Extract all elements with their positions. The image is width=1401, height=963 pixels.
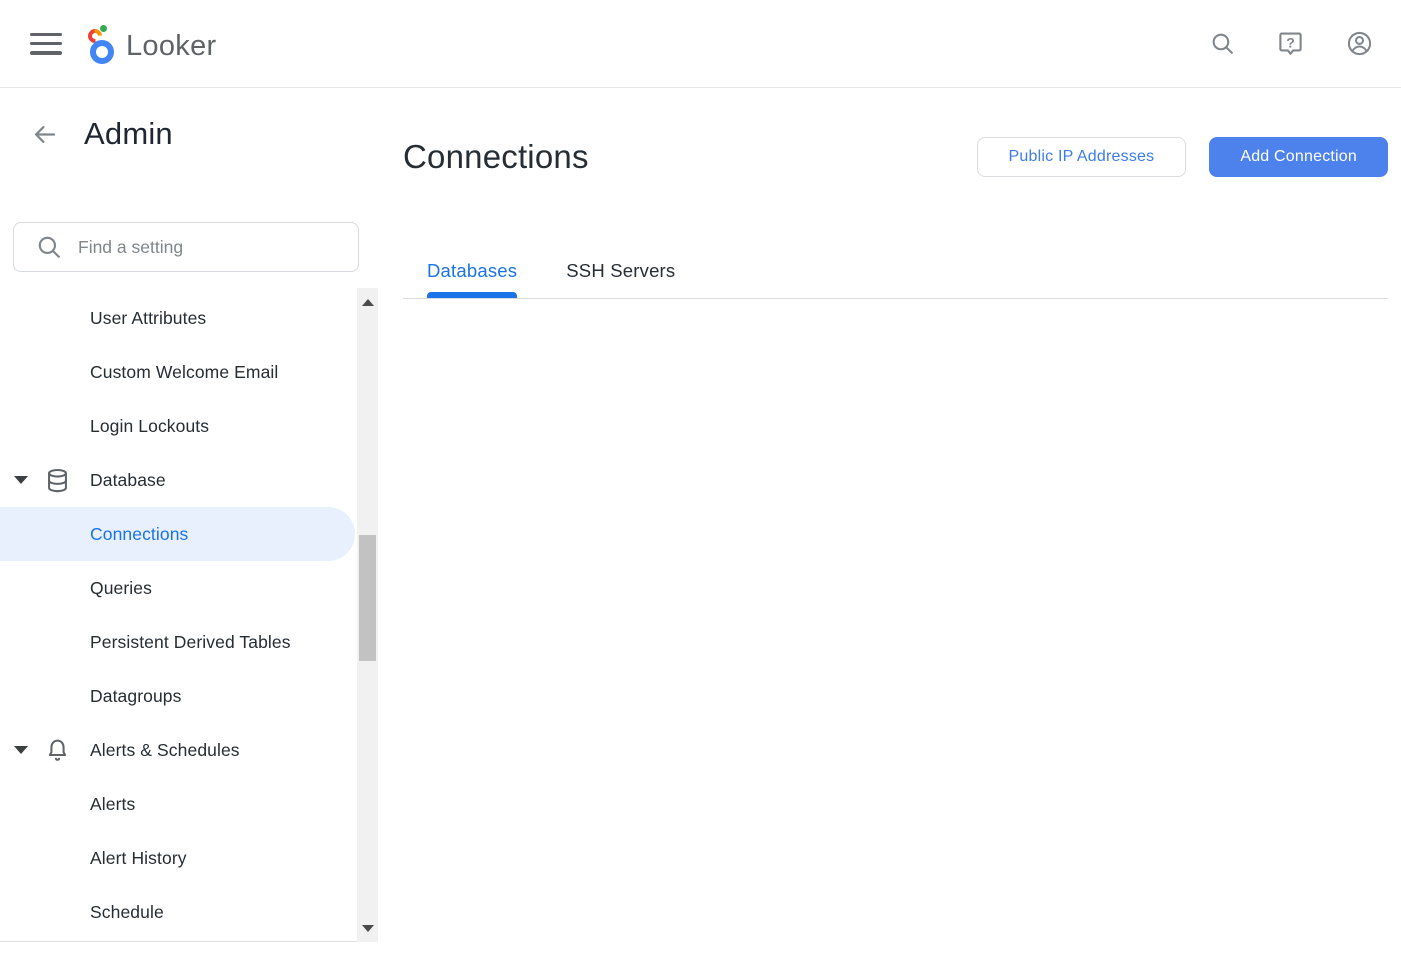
bell-icon: [44, 737, 71, 764]
admin-sidebar: Admin User Attributes Custom Welcome Emai…: [0, 88, 378, 942]
sidebar-item-label: Login Lockouts: [90, 416, 209, 437]
scrollbar-down-arrow-icon[interactable]: [357, 920, 378, 936]
sidebar-item-database[interactable]: Database: [0, 453, 378, 507]
looker-logo[interactable]: Looker: [87, 23, 216, 65]
public-ip-addresses-button[interactable]: Public IP Addresses: [977, 137, 1187, 177]
account-icon[interactable]: [1346, 30, 1373, 57]
sidebar-item-label: Schedule: [90, 902, 164, 923]
page-title: Connections: [403, 138, 589, 176]
sidebar-item-label: User Attributes: [90, 308, 206, 329]
sidebar-item-custom-welcome-email[interactable]: Custom Welcome Email: [0, 345, 378, 399]
sidebar-item-label: Custom Welcome Email: [90, 362, 278, 383]
sidebar-item-label: Alert History: [90, 848, 187, 869]
tab-bar: Databases SSH Servers: [403, 244, 1388, 299]
back-arrow-icon[interactable]: [31, 121, 58, 148]
database-icon: [44, 467, 71, 494]
sidebar-item-persistent-derived-tables[interactable]: Persistent Derived Tables: [0, 615, 378, 669]
sidebar-item-label: Alerts: [90, 794, 135, 815]
sidebar-item-queries[interactable]: Queries: [0, 561, 378, 615]
settings-search-box: [13, 222, 359, 272]
search-input[interactable]: [78, 237, 358, 258]
sidebar-item-login-lockouts[interactable]: Login Lockouts: [0, 399, 378, 453]
sidebar-item-alerts[interactable]: Alerts: [0, 777, 378, 831]
main-content: Connections Public IP Addresses Add Conn…: [378, 88, 1401, 963]
sidebar-item-datagroups[interactable]: Datagroups: [0, 669, 378, 723]
chevron-down-icon[interactable]: [14, 476, 28, 484]
sidebar-nav: User Attributes Custom Welcome Email Login…: [0, 291, 378, 939]
search-icon: [36, 234, 62, 260]
sidebar-item-label: Datagroups: [90, 686, 181, 707]
tab-databases[interactable]: Databases: [427, 244, 517, 298]
top-bar: Looker ?: [0, 0, 1401, 88]
menu-icon[interactable]: [30, 33, 62, 55]
looker-admin-app: Looker ?: [0, 0, 1401, 963]
sidebar-item-label: Persistent Derived Tables: [90, 632, 291, 653]
svg-text:?: ?: [1286, 34, 1295, 50]
sidebar-item-alert-history[interactable]: Alert History: [0, 831, 378, 885]
help-icon[interactable]: ?: [1277, 30, 1304, 57]
admin-header: Admin: [0, 88, 378, 152]
search-icon[interactable]: [1210, 31, 1235, 56]
sidebar-item-label: Queries: [90, 578, 152, 599]
sidebar-item-connections[interactable]: Connections: [0, 507, 355, 561]
tab-label: Databases: [427, 260, 517, 282]
tab-ssh-servers[interactable]: SSH Servers: [566, 244, 675, 298]
sidebar-item-label: Database: [90, 470, 166, 491]
main-header: Connections Public IP Addresses Add Conn…: [403, 137, 1401, 177]
scrollbar-thumb[interactable]: [359, 535, 376, 661]
topbar-actions: ?: [1210, 30, 1373, 57]
scrollbar-up-arrow-icon[interactable]: [357, 294, 378, 310]
sidebar-item-schedule[interactable]: Schedule: [0, 885, 378, 939]
sidebar-scrollbar[interactable]: [357, 288, 378, 942]
sidebar-item-alerts-schedules[interactable]: Alerts & Schedules: [0, 723, 378, 777]
add-connection-button[interactable]: Add Connection: [1209, 137, 1388, 177]
sidebar-item-label: Alerts & Schedules: [90, 740, 240, 761]
sidebar-item-user-attributes[interactable]: User Attributes: [0, 291, 378, 345]
sidebar-title: Admin: [84, 116, 173, 152]
sidebar-item-label: Connections: [90, 524, 188, 545]
brand-name: Looker: [126, 32, 216, 65]
tab-label: SSH Servers: [566, 260, 675, 282]
chevron-down-icon[interactable]: [14, 746, 28, 754]
header-actions: Public IP Addresses Add Connection: [977, 137, 1388, 177]
looker-logo-icon: [87, 23, 119, 65]
